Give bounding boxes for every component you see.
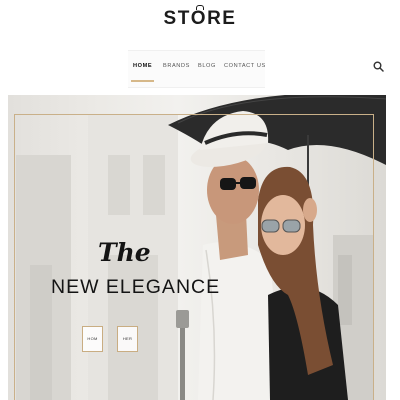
hero-banner [8, 95, 386, 400]
search-icon[interactable] [373, 61, 384, 72]
logo-suffix: RE [207, 8, 237, 29]
nav-item-blog[interactable]: BLOG [198, 63, 216, 69]
nav-active-underline [131, 80, 154, 82]
logo-prefix: ST [163, 8, 191, 29]
store-logo[interactable]: ST ORE [0, 5, 400, 30]
hero-button-him[interactable]: HOM [82, 326, 103, 352]
hero-headline-main: NEW ELEGANCE [51, 276, 221, 298]
hero-button-her[interactable]: HER [117, 326, 138, 352]
nav-item-contact-us[interactable]: CONTACT US [224, 63, 266, 69]
shopping-bag-icon [195, 5, 204, 10]
hero-photo [16, 95, 386, 400]
nav-item-home[interactable]: HOME [133, 63, 152, 69]
hero-headline-script: The [98, 238, 151, 267]
logo-o-bag: O [191, 5, 207, 30]
nav-item-brands[interactable]: BRANDS [163, 63, 190, 69]
main-nav [128, 50, 265, 88]
